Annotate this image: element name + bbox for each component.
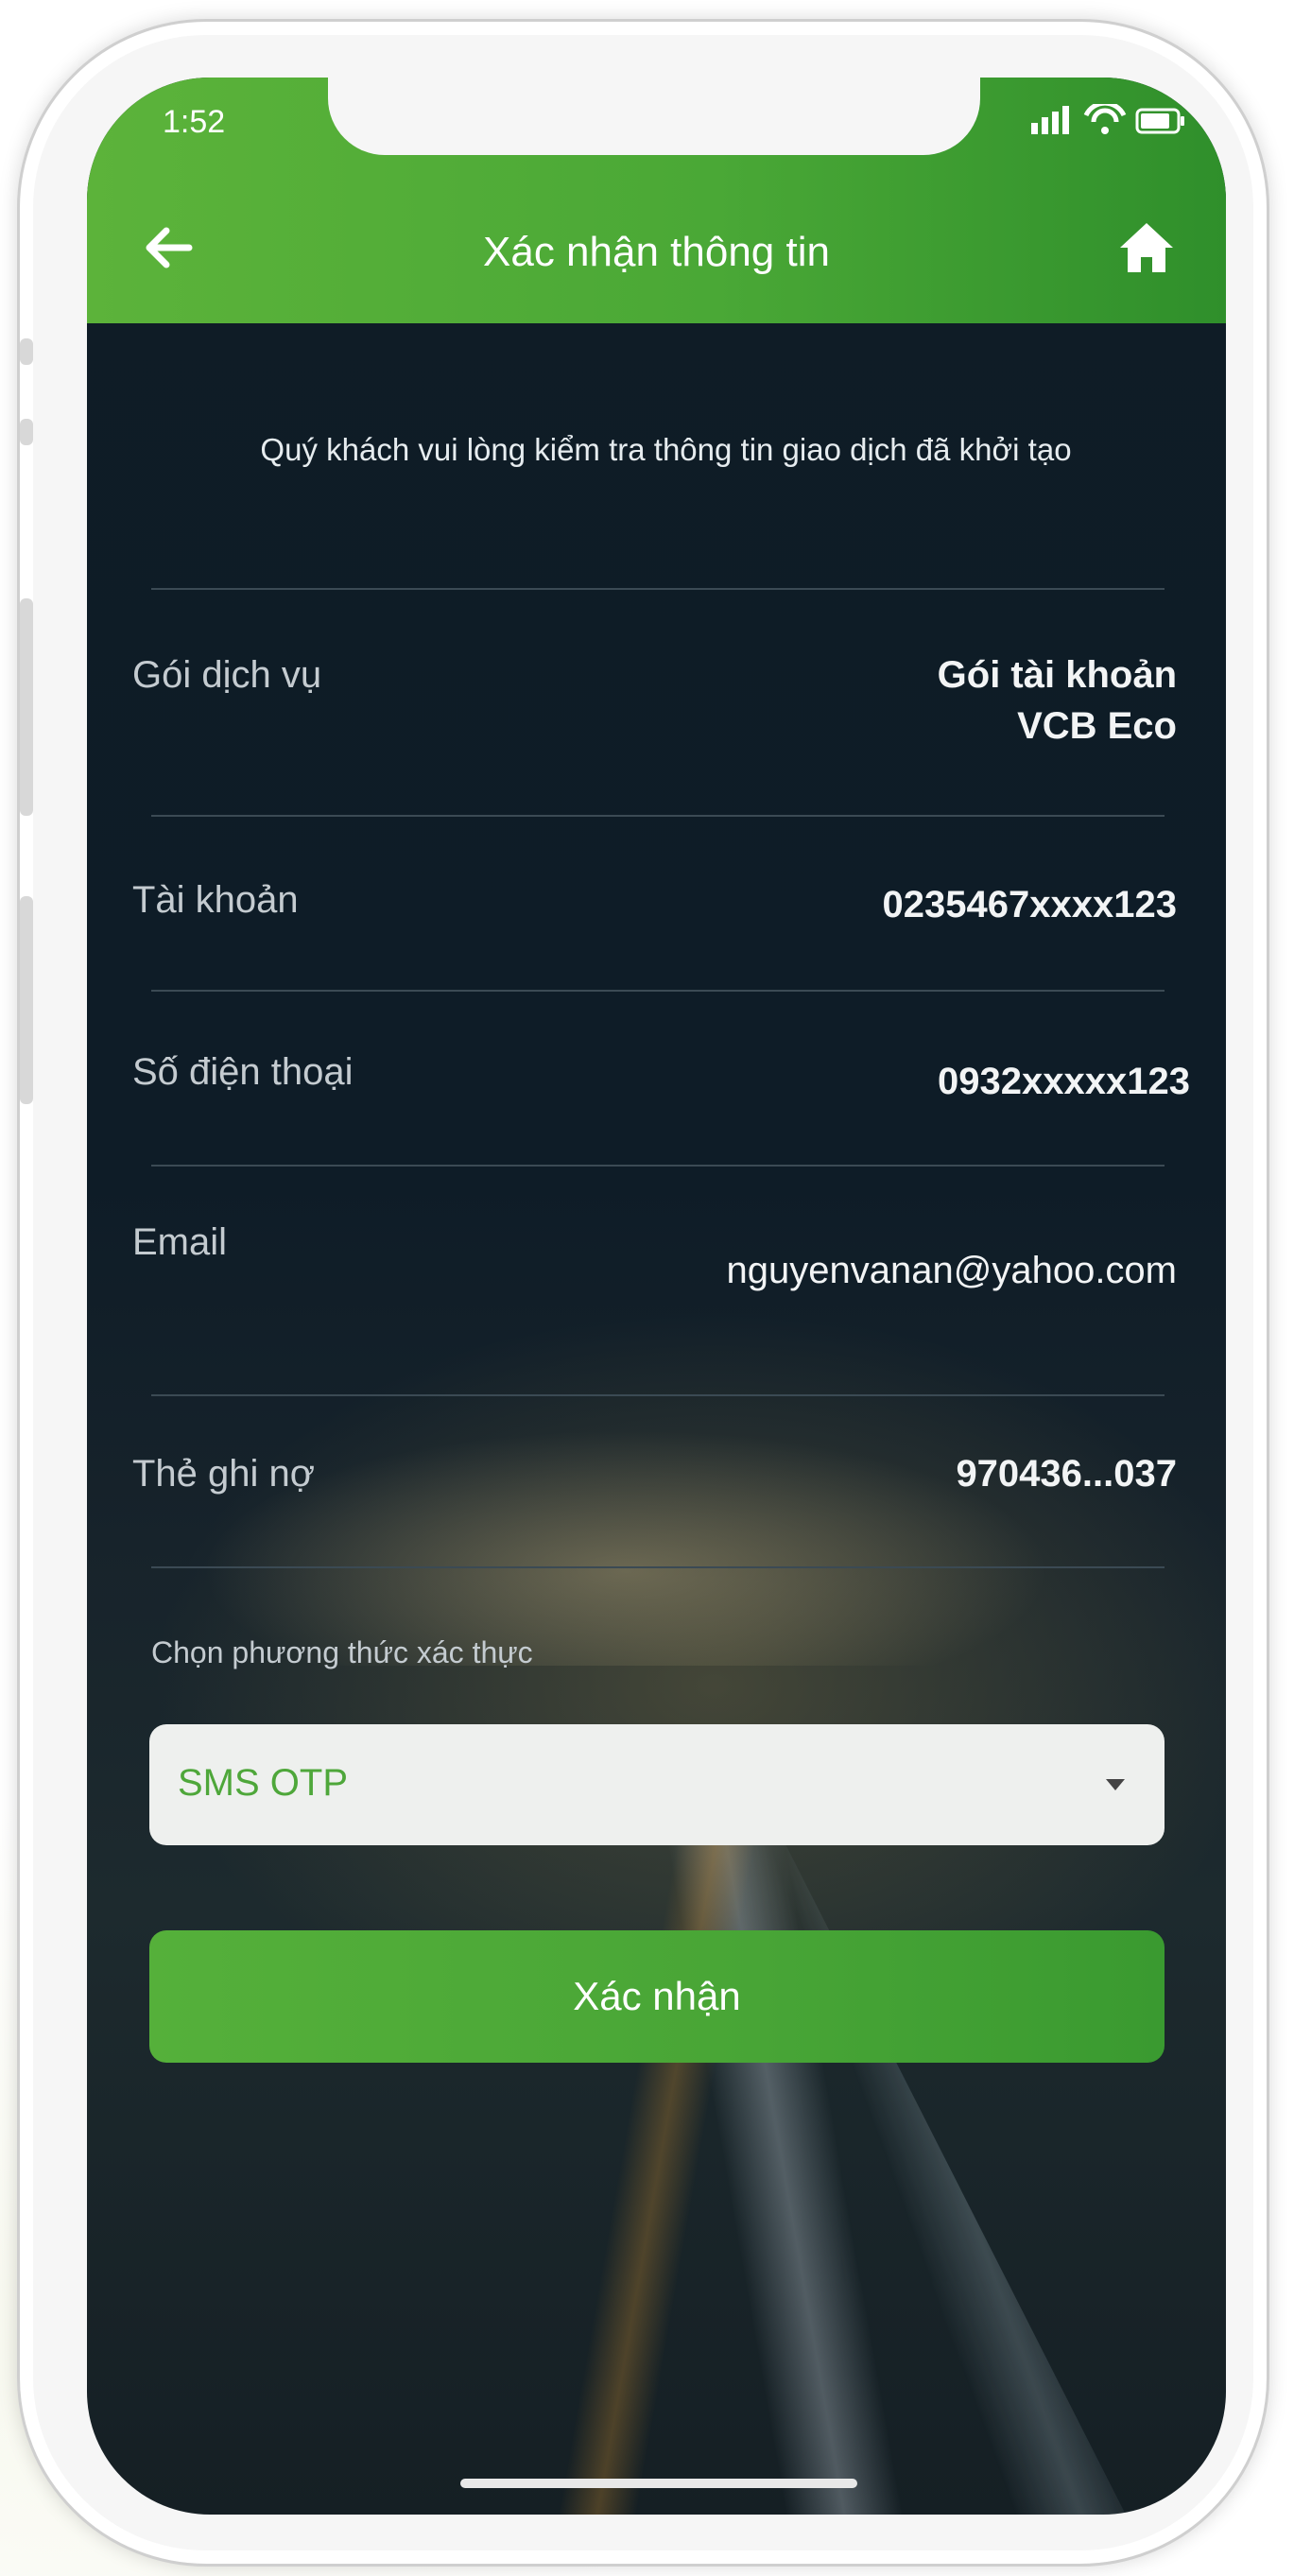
divider <box>151 1165 1165 1167</box>
home-icon <box>1120 223 1173 272</box>
volume-down-button <box>20 896 33 1104</box>
page-title: Xác nhận thông tin <box>483 229 830 275</box>
caret-down-icon <box>1106 1779 1125 1790</box>
city-lights-background <box>200 1429 1051 1666</box>
debit-card-label: Thẻ ghi nợ <box>132 1453 316 1495</box>
email-label: Email <box>132 1221 228 1263</box>
email-value: nguyenvanan@yahoo.com <box>726 1250 1177 1291</box>
auth-method-select[interactable]: SMS OTP <box>149 1724 1165 1845</box>
auth-method-value: SMS OTP <box>178 1762 349 1804</box>
service-package-label: Gói dịch vụ <box>132 654 322 696</box>
divider <box>151 588 1165 590</box>
phone-notch <box>328 78 980 155</box>
phone-screen: 1:52 Xác nhận thông tin Quý khách vui lò… <box>87 78 1226 2515</box>
status-time: 1:52 <box>163 104 226 140</box>
highway-background <box>276 1779 1127 2515</box>
home-indicator[interactable] <box>460 2479 857 2488</box>
divider <box>151 815 1165 817</box>
account-label: Tài khoản <box>132 879 299 921</box>
divider <box>151 1566 1165 1568</box>
debit-card-value: 970436...037 <box>956 1453 1177 1495</box>
home-button[interactable] <box>1116 217 1177 278</box>
side-button <box>20 419 33 445</box>
service-package-line1: Gói tài khoản <box>937 654 1177 696</box>
signal-wifi-battery-icon <box>1031 100 1184 134</box>
volume-up-button <box>20 598 33 816</box>
divider <box>151 990 1165 992</box>
divider <box>151 1394 1165 1396</box>
intro-text: Quý khách vui lòng kiểm tra thông tin gi… <box>260 432 1072 467</box>
status-icons <box>1027 100 1188 146</box>
phone-number-value: 0932xxxxx123 <box>938 1061 1190 1102</box>
phone-number-label: Số điện thoại <box>132 1051 354 1093</box>
service-package-value: Gói tài khoản VCB Eco <box>938 649 1177 752</box>
auth-method-label: Chọn phương thức xác thực <box>151 1635 533 1669</box>
account-value: 0235467xxxx123 <box>882 884 1177 925</box>
confirm-button[interactable]: Xác nhận <box>149 1930 1165 2063</box>
side-button <box>20 338 33 365</box>
app-header: 1:52 Xác nhận thông tin <box>87 78 1226 323</box>
service-package-line2: VCB Eco <box>1017 705 1177 747</box>
